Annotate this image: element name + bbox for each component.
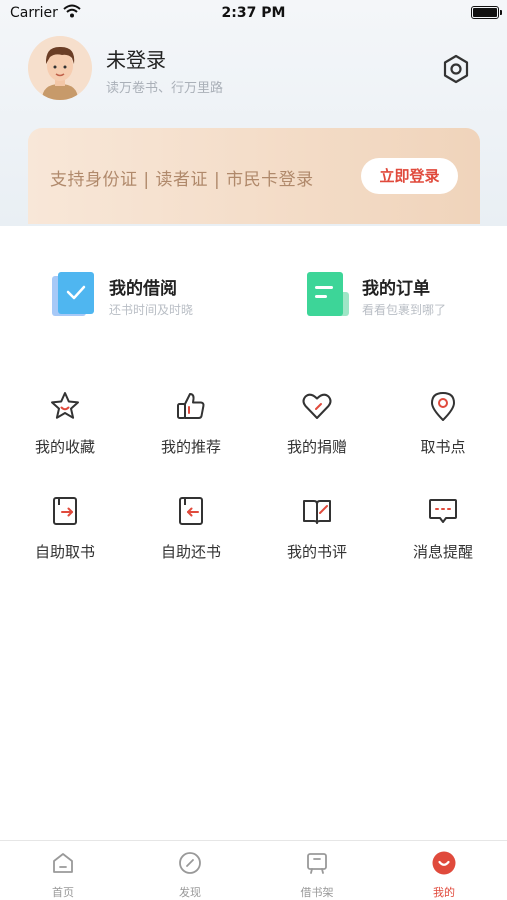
grid-item-messages[interactable]: 消息提醒 — [380, 495, 506, 575]
borrow-title: 我的借阅 — [109, 279, 177, 299]
tab-label: 首页 — [52, 886, 74, 899]
profile-icon — [432, 851, 456, 875]
tab-bar: 首页 发现 借书架 我的 — [0, 840, 507, 900]
grid-item-self-return[interactable]: 自助还书 — [128, 495, 254, 575]
status-bar: Carrier 2:37 PM — [0, 0, 507, 28]
message-icon — [429, 499, 457, 523]
grid-label: 我的捐赠 — [286, 438, 347, 456]
orders-subtitle: 看看包裹到哪了 — [362, 303, 447, 317]
tab-home[interactable]: 首页 — [0, 841, 126, 900]
settings-icon[interactable] — [440, 53, 472, 85]
login-button[interactable]: 立即登录 — [361, 158, 458, 194]
user-motto: 读万卷书、行万里路 — [106, 81, 224, 96]
grid-item-donations[interactable]: 我的捐赠 — [254, 390, 380, 470]
user-name[interactable]: 未登录 — [106, 44, 166, 73]
compass-icon — [179, 852, 201, 874]
my-orders-card[interactable]: 我的订单 看看包裹到哪了 — [305, 270, 505, 322]
tab-label: 借书架 — [300, 886, 334, 899]
grid-label: 自助取书 — [34, 543, 95, 561]
bookshelf-icon — [307, 853, 327, 874]
order-icon — [307, 272, 349, 316]
battery-icon — [471, 6, 502, 19]
grid-label: 我的书评 — [286, 543, 347, 561]
thumbs-up-icon — [177, 393, 205, 419]
grid-label: 我的推荐 — [160, 438, 221, 456]
tab-bookshelf[interactable]: 借书架 — [254, 841, 380, 900]
borrow-subtitle: 还书时间及时晓 — [109, 303, 194, 317]
clock: 2:37 PM — [221, 5, 286, 21]
tab-label: 我的 — [433, 886, 455, 899]
book-pickup-icon — [53, 497, 77, 525]
login-methods-text: 支持身份证 | 读者证 | 市民卡登录 — [50, 170, 314, 190]
tab-label: 发现 — [179, 886, 201, 899]
login-banner: 支持身份证 | 读者证 | 市民卡登录 立即登录 — [28, 128, 480, 224]
location-pin-icon — [431, 392, 455, 421]
grid-label: 消息提醒 — [412, 543, 473, 561]
heart-icon — [302, 393, 332, 419]
grid-label: 自助还书 — [160, 543, 221, 561]
my-borrowing-card[interactable]: 我的借阅 还书时间及时晓 — [52, 270, 252, 322]
book-review-icon — [303, 500, 331, 524]
home-icon — [53, 853, 73, 873]
grid-label: 取书点 — [420, 438, 466, 456]
grid-item-recommendations[interactable]: 我的推荐 — [128, 390, 254, 470]
tab-discover[interactable]: 发现 — [127, 841, 253, 900]
grid-item-pickup-points[interactable]: 取书点 — [380, 390, 506, 470]
grid-label: 我的收藏 — [34, 438, 95, 456]
orders-title: 我的订单 — [362, 279, 430, 299]
grid-item-self-pickup[interactable]: 自助取书 — [2, 495, 128, 575]
grid-item-book-reviews[interactable]: 我的书评 — [254, 495, 380, 575]
book-return-icon — [179, 497, 203, 525]
avatar[interactable] — [28, 36, 92, 100]
grid-item-favorites[interactable]: 我的收藏 — [2, 390, 128, 470]
borrow-icon — [52, 272, 94, 316]
tab-profile[interactable]: 我的 — [381, 841, 507, 900]
star-icon — [51, 392, 79, 419]
